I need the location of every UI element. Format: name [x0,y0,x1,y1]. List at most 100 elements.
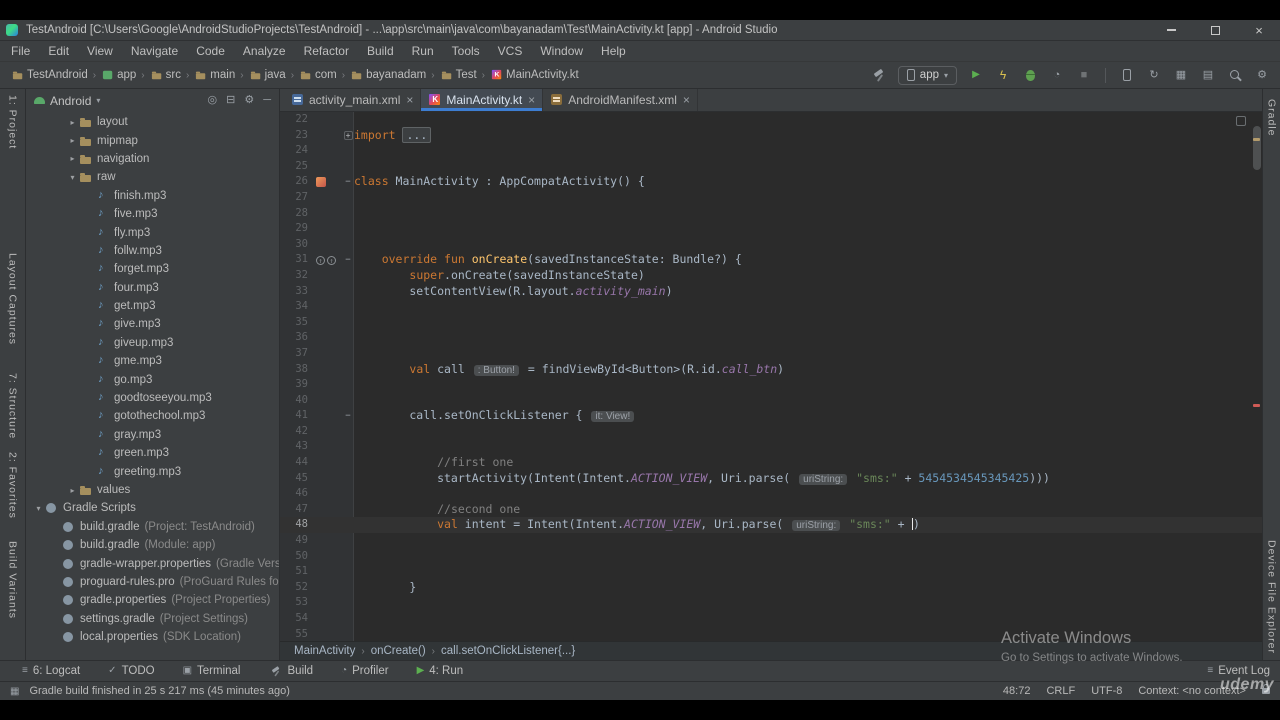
tree-item-gradle-wrapper-properties[interactable]: gradle-wrapper.properties (Gradle Versi [26,554,279,572]
tree-expand-icon[interactable]: ▸ [66,154,79,163]
code-line-28[interactable]: 28 [280,206,1262,222]
fold-marker[interactable]: − [345,255,350,265]
code-line-42[interactable]: 42 [280,424,1262,440]
profile-button[interactable]: ◔ [1049,66,1065,84]
run-configuration-select[interactable]: app ▾ [897,65,957,85]
code-line-25[interactable]: 25 [280,159,1262,175]
breadcrumb-main[interactable]: main [193,69,236,81]
tree-item-gradle-properties[interactable]: gradle.properties (Project Properties) [26,591,279,609]
toolwindow-4-run[interactable]: ▶ 4: Run [417,665,464,677]
tree-item-navigation[interactable]: ▸ navigation [26,150,279,168]
tree-item-green-mp3[interactable]: green.mp3 [26,444,279,462]
maximize-button[interactable] [1208,23,1222,37]
code-line-29[interactable]: 29 [280,221,1262,237]
class-icon[interactable] [316,177,326,188]
tree-collapse-icon[interactable]: ▾ [32,504,45,513]
toolwindow-build[interactable]: Build [269,665,314,678]
code-line-30[interactable]: 30 [280,237,1262,253]
tab-close-icon[interactable]: × [406,94,413,106]
code-line-33[interactable]: 33 setContentView(R.layout.activity_main… [280,284,1262,300]
editor-breadcrumb-oncreate[interactable]: onCreate() [369,645,428,657]
context-widget[interactable]: Context: <no context> [1138,685,1246,697]
code-line-51[interactable]: 51 [280,564,1262,580]
lock-icon[interactable] [1262,684,1270,694]
tree-item-go-mp3[interactable]: go.mp3 [26,370,279,388]
tree-item-fly-mp3[interactable]: fly.mp3 [26,223,279,241]
menu-code[interactable]: Code [187,44,234,58]
code-line-39[interactable]: 39 [280,377,1262,393]
tab-close-icon[interactable]: × [683,94,690,106]
menu-build[interactable]: Build [358,44,403,58]
layout-inspector-button[interactable]: ▤ [1200,66,1216,84]
editor-breadcrumb-mainactivity[interactable]: MainActivity [292,645,357,657]
toolwindow-terminal[interactable]: ▣ Terminal [183,665,241,677]
fold-marker[interactable]: + [343,130,353,140]
menu-edit[interactable]: Edit [39,44,78,58]
menu-analyze[interactable]: Analyze [234,44,295,58]
tool-tab-2-favorites[interactable]: 2: Favorites [7,452,19,519]
code-line-52[interactable]: 52 } [280,580,1262,596]
toolwindow-event-log[interactable]: ≡ Event Log [1207,665,1270,677]
project-locate-icon[interactable]: ◎ [208,95,218,106]
tab-activity-main-xml[interactable]: activity_main.xml × [284,89,422,111]
settings-button[interactable]: ⚙ [1254,66,1270,84]
tree-item-gme-mp3[interactable]: gme.mp3 [26,352,279,370]
code-line-43[interactable]: 43 [280,439,1262,455]
code-line-40[interactable]: 40 [280,393,1262,409]
line-separator-widget[interactable]: CRLF [1046,685,1075,697]
tree-item-gray-mp3[interactable]: gray.mp3 [26,426,279,444]
code-line-46[interactable]: 46 [280,486,1262,502]
menu-help[interactable]: Help [592,44,635,58]
tool-tab-gradle[interactable]: Gradle [1266,99,1278,137]
device-manager-button[interactable] [1119,66,1135,84]
apply-changes-button[interactable]: ϟ [995,66,1011,84]
tool-tab-device-file-explorer[interactable]: Device File Explorer [1266,540,1278,654]
code-line-27[interactable]: 27 [280,190,1262,206]
menu-view[interactable]: View [78,44,122,58]
close-button[interactable]: × [1252,23,1266,38]
tree-item-gotothechool-mp3[interactable]: gotothechool.mp3 [26,407,279,425]
tree-collapse-icon[interactable]: ▾ [66,173,79,182]
breadcrumb-mainactivity-kt[interactable]: MainActivity.kt [489,69,580,81]
tab-androidmanifest-xml[interactable]: AndroidManifest.xml × [543,89,698,111]
menu-navigate[interactable]: Navigate [122,44,187,58]
tree-item-raw[interactable]: ▾ raw [26,168,279,186]
gradle-sync-button[interactable]: ↻ [1146,66,1162,84]
breadcrumb-com[interactable]: com [298,69,338,81]
tree-item-follw-mp3[interactable]: follw.mp3 [26,242,279,260]
tree-item-get-mp3[interactable]: get.mp3 [26,297,279,315]
tree-item-goodtoseeyou-mp3[interactable]: goodtoseeyou.mp3 [26,389,279,407]
sdk-manager-button[interactable]: ▦ [1173,66,1189,84]
menu-window[interactable]: Window [531,44,592,58]
tree-item-greeting-mp3[interactable]: greeting.mp3 [26,462,279,480]
code-line-50[interactable]: 50 [280,549,1262,565]
tool-tab-7-structure[interactable]: 7: Structure [7,373,19,439]
project-collapse-all-icon[interactable]: ⊟ [226,95,235,106]
editor-scrollbar[interactable] [1253,126,1261,170]
code-line-41[interactable]: 41 − call.setOnClickListener { it: View! [280,408,1262,424]
tree-item-give-mp3[interactable]: give.mp3 [26,315,279,333]
tree-item-finish-mp3[interactable]: finish.mp3 [26,187,279,205]
code-line-37[interactable]: 37 [280,346,1262,362]
menu-refactor[interactable]: Refactor [295,44,358,58]
breadcrumb-test[interactable]: Test [439,69,478,81]
code-line-49[interactable]: 49 [280,533,1262,549]
tree-item-layout[interactable]: ▸ layout [26,113,279,131]
tree-expand-icon[interactable]: ▸ [66,136,79,145]
toolwindow-switcher-icon[interactable]: ▦ [10,686,19,697]
code-line-26[interactable]: 26 − class MainActivity : AppCompatActivit… [280,174,1262,190]
code-line-23[interactable]: 23 + import ... [280,126,1262,144]
editor-breadcrumb-call-setonclicklistener[interactable]: call.setOnClickListener{...} [439,645,577,657]
code-line-54[interactable]: 54 [280,611,1262,627]
toolwindow-profiler[interactable]: ◔ Profiler [341,665,388,677]
tree-item-build-gradle[interactable]: build.gradle (Project: TestAndroid) [26,518,279,536]
tree-expand-icon[interactable]: ▸ [66,486,79,495]
code-line-44[interactable]: 44 //first one [280,455,1262,471]
inspections-widget-icon[interactable] [1236,116,1246,126]
menu-tools[interactable]: Tools [443,44,489,58]
stop-button[interactable]: ■ [1076,66,1092,84]
tree-item-proguard-rules-pro[interactable]: proguard-rules.pro (ProGuard Rules for [26,573,279,591]
toolwindow-6-logcat[interactable]: ≡ 6: Logcat [22,665,80,677]
run-button[interactable]: ▶ [968,66,984,84]
code-line-45[interactable]: 45 startActivity(Intent(Intent.ACTION_VI… [280,471,1262,487]
